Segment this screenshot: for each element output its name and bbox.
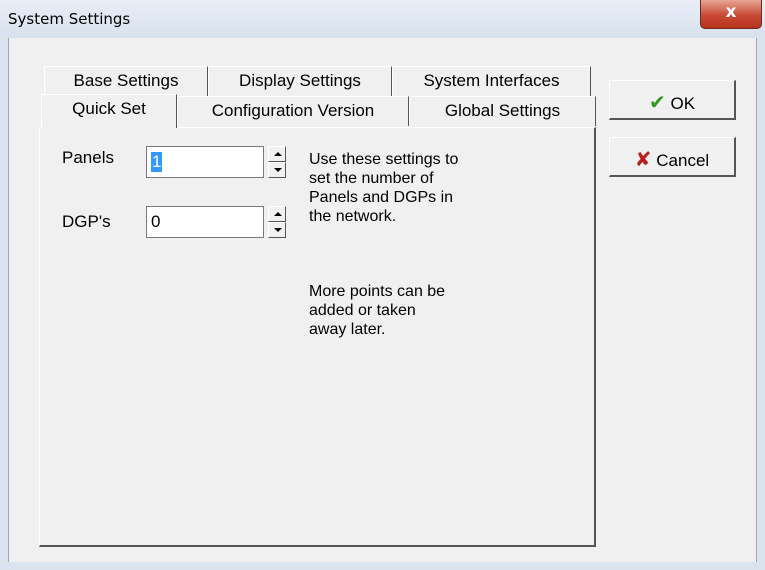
- dgps-stepper[interactable]: [268, 206, 286, 238]
- dgps-increment-button[interactable]: [268, 206, 286, 222]
- dgps-decrement-button[interactable]: [268, 222, 286, 238]
- ok-button[interactable]: ✔ OK: [609, 80, 736, 120]
- tab-display-settings[interactable]: Display Settings: [208, 66, 392, 96]
- panels-input[interactable]: 1: [146, 146, 264, 178]
- tab-global-settings[interactable]: Global Settings: [409, 96, 596, 126]
- panels-value: 1: [151, 152, 163, 172]
- dgps-value: 0: [151, 212, 161, 231]
- tab-quick-set[interactable]: Quick Set: [41, 94, 177, 128]
- cancel-label: Cancel: [656, 151, 710, 170]
- window-frame-left: [0, 38, 8, 570]
- close-icon: x: [725, 2, 737, 22]
- chevron-up-icon: [274, 212, 282, 216]
- chevron-up-icon: [274, 152, 282, 156]
- x-icon: ✘: [634, 147, 652, 171]
- title-bar: System Settings x: [0, 0, 765, 38]
- close-button[interactable]: x: [700, 0, 762, 29]
- check-icon: ✔: [648, 90, 666, 114]
- tab-label: Configuration Version: [211, 101, 375, 120]
- tab-base-settings[interactable]: Base Settings: [44, 66, 208, 96]
- panels-stepper[interactable]: [268, 146, 286, 178]
- ok-label: OK: [670, 94, 696, 113]
- window-title: System Settings: [8, 10, 131, 28]
- tab-label: Quick Set: [72, 99, 146, 118]
- dgps-input[interactable]: 0: [146, 206, 264, 238]
- window-frame-bottom: [0, 562, 765, 570]
- cancel-button[interactable]: ✘ Cancel: [609, 137, 736, 177]
- tab-label: Global Settings: [444, 101, 561, 120]
- tab-label: System Interfaces: [423, 71, 560, 90]
- chevron-down-icon: [274, 228, 282, 232]
- chevron-down-icon: [274, 168, 282, 172]
- tab-label: Base Settings: [73, 71, 179, 90]
- quick-set-panel: [39, 127, 596, 547]
- tab-system-interfaces[interactable]: System Interfaces: [392, 66, 591, 96]
- panels-decrement-button[interactable]: [268, 162, 286, 178]
- panels-increment-button[interactable]: [268, 146, 286, 162]
- tab-configuration-version[interactable]: Configuration Version: [177, 96, 409, 126]
- tab-label: Display Settings: [239, 71, 361, 90]
- window-frame-right: [757, 38, 765, 570]
